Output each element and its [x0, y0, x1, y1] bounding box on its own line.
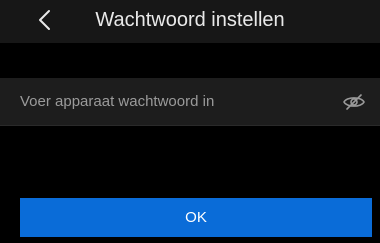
spacer [0, 43, 380, 78]
screen: Wachtwoord instellen OK [0, 0, 380, 243]
toggle-visibility-button[interactable] [342, 90, 366, 114]
password-input[interactable] [20, 78, 320, 125]
back-button[interactable] [30, 4, 58, 36]
chevron-left-icon [39, 10, 50, 30]
ok-button[interactable]: OK [20, 198, 372, 237]
page-title: Wachtwoord instellen [95, 9, 285, 31]
password-field-row [0, 78, 380, 126]
eye-slash-icon [343, 94, 365, 110]
header-bar: Wachtwoord instellen [0, 0, 380, 43]
